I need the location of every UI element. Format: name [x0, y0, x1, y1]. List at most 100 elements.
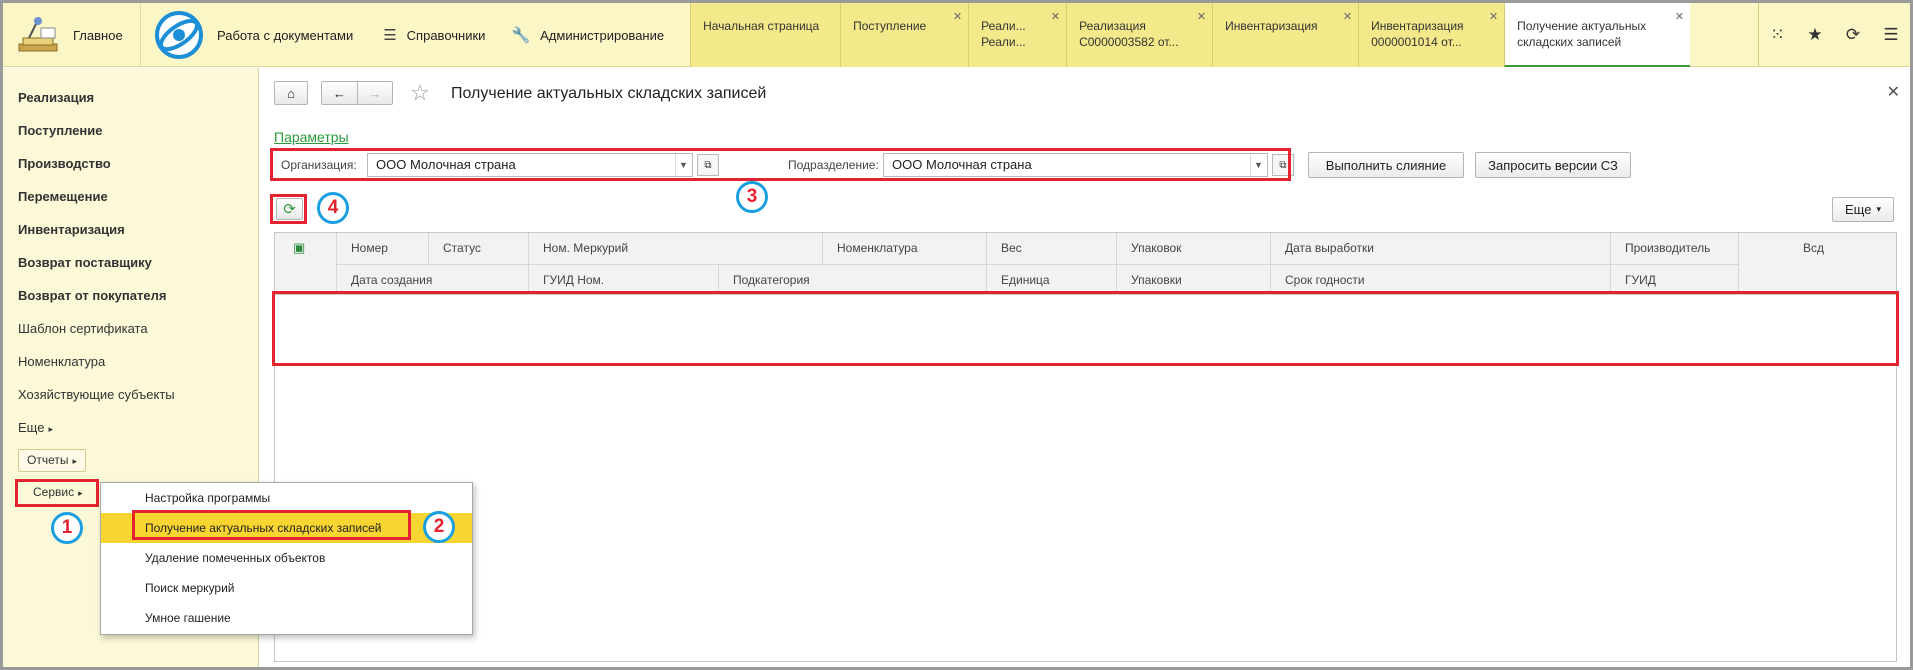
department-input[interactable]: ООО Молочная страна: [883, 153, 1268, 177]
col-status[interactable]: Статус: [429, 233, 529, 264]
close-icon[interactable]: ✕: [953, 9, 962, 25]
tab-sale-short[interactable]: Реали... Реали... ✕: [968, 3, 1067, 67]
sidebar-item-return-supplier[interactable]: Возврат поставщику: [18, 255, 152, 270]
tab-label: Инвентаризация: [1225, 19, 1318, 33]
section-main-label: Главное: [73, 27, 123, 43]
close-icon[interactable]: ✕: [1489, 9, 1498, 25]
col-subcategory[interactable]: Подкатегория: [719, 264, 987, 295]
favorite-star-icon[interactable]: ☆: [410, 80, 430, 106]
toolbar-right: ⁙ ★ ⟳ ☰: [1758, 3, 1910, 67]
app-window: Главное Работа с документами ☰ Справочни…: [3, 3, 1910, 667]
col-created-date[interactable]: Дата создания: [337, 264, 529, 295]
col-manufacturer[interactable]: Производитель: [1611, 233, 1739, 264]
refresh-button[interactable]: ⟳: [276, 198, 303, 220]
refresh-icon: ⟳: [283, 201, 296, 218]
section-administration[interactable]: 🔧 Администрирование: [497, 3, 676, 67]
open-tabs: Начальная страница Поступление ✕ Реали..…: [690, 3, 1691, 67]
tab-sublabel: С0000003582 от...: [1079, 35, 1179, 49]
request-versions-button[interactable]: Запросить версии СЗ: [1475, 152, 1631, 178]
tab-label: Получение актуальных: [1517, 19, 1647, 33]
service-label: Сервис: [33, 485, 75, 499]
chevron-down-icon[interactable]: ▼: [1250, 154, 1266, 176]
tab-inventory[interactable]: Инвентаризация ✕: [1212, 3, 1359, 67]
sidebar-item-sales[interactable]: Реализация: [18, 90, 94, 105]
section-references[interactable]: ☰ Справочники: [365, 3, 497, 67]
sidebar-item-business-entities[interactable]: Хозяйствующие субъекты: [18, 387, 175, 402]
tab-current-stock-records[interactable]: Получение актуальных складских записей ✕: [1504, 3, 1691, 67]
chevron-down-icon[interactable]: ▼: [675, 154, 691, 176]
list-icon: ☰: [383, 27, 397, 44]
sidebar-item-receipt[interactable]: Поступление: [18, 123, 103, 138]
close-icon[interactable]: ✕: [1197, 9, 1206, 25]
menu-item-smart-redemption[interactable]: Умное гашение: [101, 603, 472, 633]
home-button[interactable]: ⌂: [274, 81, 308, 105]
col-weight[interactable]: Вес: [987, 233, 1117, 264]
parameters-link[interactable]: Параметры: [274, 129, 349, 145]
menu-item-mercury-search[interactable]: Поиск меркурий: [101, 573, 472, 603]
sidebar-item-inventory[interactable]: Инвентаризация: [18, 222, 125, 237]
apps-grid-icon[interactable]: ⁙: [1758, 3, 1796, 67]
back-button[interactable]: ←: [321, 81, 357, 105]
col-packaging[interactable]: Упаковки: [1117, 264, 1271, 295]
col-production-date[interactable]: Дата выработки: [1271, 233, 1611, 264]
sidebar-item-production[interactable]: Производство: [18, 156, 111, 171]
merge-button[interactable]: Выполнить слияние: [1308, 152, 1464, 178]
tab-label: Реализация: [1079, 19, 1146, 33]
service-button[interactable]: Сервис ▸: [25, 482, 91, 505]
menu-icon[interactable]: ☰: [1872, 3, 1910, 67]
col-unit[interactable]: Единица: [987, 264, 1117, 295]
sidebar-item-transfer[interactable]: Перемещение: [18, 189, 108, 204]
col-expiry[interactable]: Срок годности: [1271, 264, 1611, 295]
col-number[interactable]: Номер: [337, 233, 429, 264]
callout-3: 3: [736, 181, 768, 213]
app-logo-icon: [18, 17, 58, 52]
col-guid[interactable]: ГУИД: [1611, 264, 1739, 295]
tab-receipt[interactable]: Поступление ✕: [840, 3, 969, 67]
close-form-icon[interactable]: ✕: [1887, 82, 1900, 102]
menu-item-current-stock-records[interactable]: Получение актуальных складских записей: [101, 513, 472, 543]
more-label: Еще: [1845, 202, 1872, 217]
history-icon[interactable]: ⟳: [1834, 3, 1872, 67]
page-title: Получение актуальных складских записей: [451, 85, 767, 102]
close-icon[interactable]: ✕: [1051, 9, 1060, 25]
chevron-right-icon: ▸: [78, 488, 83, 498]
sidebar-item-certificate-template[interactable]: Шаблон сертификата: [18, 321, 148, 336]
copy-icon[interactable]: ⧉: [697, 154, 719, 176]
close-icon[interactable]: ✕: [1675, 9, 1684, 25]
col-mercury-nom[interactable]: Ном. Меркурий: [529, 233, 823, 264]
section-main[interactable]: Главное: [3, 3, 141, 67]
forward-button[interactable]: →: [357, 81, 393, 105]
wrench-icon: 🔧: [511, 27, 531, 44]
section-administration-label: Администрирование: [540, 27, 665, 43]
docs-logo-icon: [155, 11, 203, 59]
menu-item-delete-marked[interactable]: Удаление помеченных объектов: [101, 543, 472, 573]
back-arrow-icon: ←: [333, 85, 346, 101]
tab-sublabel: Реали...: [981, 35, 1026, 49]
section-documents[interactable]: Работа с документами: [141, 3, 365, 67]
sidebar-item-nomenclature[interactable]: Номенклатура: [18, 354, 105, 369]
reports-button[interactable]: Отчеты ▸: [18, 449, 87, 472]
sidebar-item-more[interactable]: Еще ▸: [18, 420, 53, 435]
col-packages[interactable]: Упаковок: [1117, 233, 1271, 264]
tab-start-page[interactable]: Начальная страница: [690, 3, 841, 67]
tab-sale-doc[interactable]: Реализация С0000003582 от... ✕: [1066, 3, 1213, 67]
col-vsd[interactable]: Всд: [1739, 233, 1896, 295]
reports-label: Отчеты: [27, 453, 69, 467]
tab-label: Начальная страница: [703, 19, 820, 33]
organization-input[interactable]: ООО Молочная страна: [367, 153, 693, 177]
header-checkbox-column[interactable]: ▣: [275, 233, 337, 295]
top-bar: Главное Работа с документами ☰ Справочни…: [3, 3, 1910, 67]
tab-inventory-doc[interactable]: Инвентаризация 0000001014 от... ✕: [1358, 3, 1505, 67]
star-icon[interactable]: ★: [1796, 3, 1834, 67]
more-button[interactable]: Еще ▾: [1832, 197, 1894, 222]
col-guid-nom[interactable]: ГУИД Ном.: [529, 264, 719, 295]
tab-sublabel: 0000001014 от...: [1371, 35, 1462, 49]
sidebar-more-label: Еще: [18, 420, 45, 435]
copy-icon[interactable]: ⧉: [1272, 154, 1294, 176]
sidebar-item-return-customer[interactable]: Возврат от покупателя: [18, 288, 166, 303]
close-icon[interactable]: ✕: [1343, 9, 1352, 25]
menu-item-settings[interactable]: Настройка программы: [101, 483, 472, 513]
col-nomenclature[interactable]: Номенклатура: [823, 233, 987, 264]
callout-4: 4: [317, 192, 349, 224]
records-table[interactable]: ▣ Номер Статус Ном. Меркурий Номенклатур…: [274, 232, 1897, 662]
